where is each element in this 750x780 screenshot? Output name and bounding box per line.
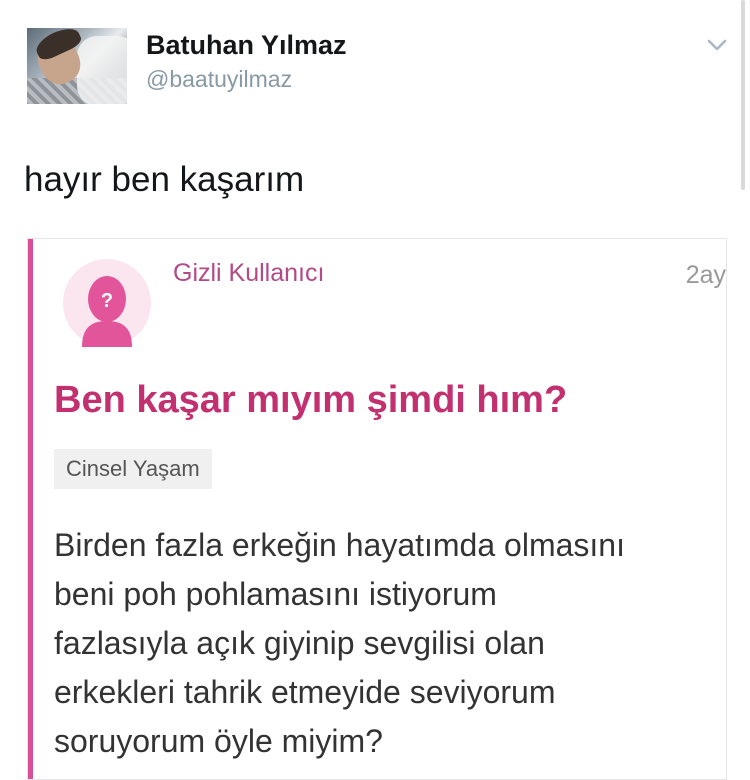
post-body-line: Birden fazla erkeğin hayatımda olmasını — [54, 527, 625, 563]
post-author: Gizli Kullanıcı — [173, 259, 325, 287]
display-name[interactable]: Batuhan Yılmaz — [146, 30, 347, 61]
category-badge: Cinsel Yaşam — [54, 449, 212, 489]
avatar[interactable] — [27, 28, 127, 104]
svg-text:?: ? — [101, 290, 113, 312]
post-body-line: beni poh pohlamasını istiyorum — [54, 576, 497, 612]
post-body: Birden fazla erkeğin hayatımda olmasını … — [54, 521, 724, 766]
accent-bar — [28, 239, 33, 779]
user-handle[interactable]: @baatuyilmaz — [146, 66, 292, 93]
anonymous-user-icon: ? — [63, 259, 151, 347]
scrollbar[interactable] — [741, 0, 745, 190]
tweet-header: Batuhan Yılmaz @baatuyilmaz — [0, 0, 750, 120]
post-body-line: fazlasıyla açık giyinip sevgilisi olan — [54, 625, 545, 661]
tweet-text: hayır ben kaşarım — [24, 160, 305, 199]
quoted-screenshot-card: ? Gizli Kullanıcı 2ay Ben kaşar mıyım şi… — [27, 238, 727, 780]
post-time: 2ay — [685, 261, 726, 289]
chevron-down-icon[interactable] — [706, 36, 728, 54]
post-body-line: erkekleri tahrik etmeyide seviyorum — [54, 674, 556, 710]
post-body-line: soruyorum öyle miyim? — [54, 723, 383, 759]
post-title: Ben kaşar mıyım şimdi hım? — [54, 379, 568, 421]
